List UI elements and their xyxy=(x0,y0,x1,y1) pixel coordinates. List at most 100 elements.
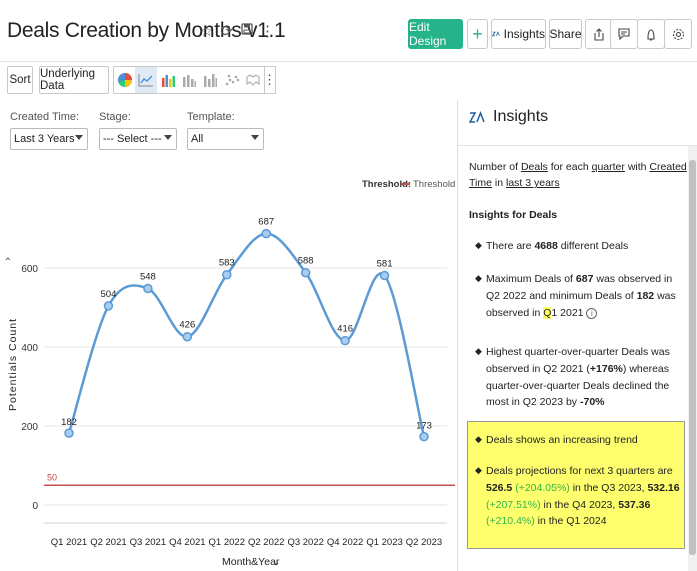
insights-button[interactable]: Insights xyxy=(491,19,546,49)
diamond-icon: ◆ xyxy=(475,465,482,475)
star-icon[interactable]: ☆ xyxy=(200,22,213,40)
scatter-chart-type[interactable] xyxy=(221,67,242,93)
info-icon[interactable]: i xyxy=(586,307,598,319)
y-tick-label: 400 xyxy=(21,343,38,354)
panel-divider xyxy=(457,100,458,571)
export-button[interactable] xyxy=(585,19,613,49)
data-label: 416 xyxy=(337,324,353,335)
summary-quarter-link[interactable]: quarter xyxy=(592,161,625,173)
title-icons: ☆ ⟳ ⋮ xyxy=(200,22,275,40)
x-tick-label: Q2 2023 xyxy=(406,537,442,548)
data-label: 687 xyxy=(258,217,274,228)
x-tick-label: Q1 2023 xyxy=(366,537,402,548)
insight-item-projection: ◆ Deals projections for next 3 quarters … xyxy=(475,465,680,528)
data-label: 583 xyxy=(219,258,235,269)
y-axis-label: Potentials Count xyxy=(7,318,19,411)
x-tick-label: Q4 2022 xyxy=(327,537,363,548)
x-tick-label: Q1 2021 xyxy=(51,537,87,548)
sort-button[interactable]: Sort xyxy=(7,66,33,94)
more-chart-options-icon[interactable]: ⋮ xyxy=(263,66,276,94)
x-tick-label: Q2 2022 xyxy=(248,537,284,548)
data-point[interactable] xyxy=(340,335,350,346)
x-tick-label: Q3 2022 xyxy=(287,537,323,548)
data-point[interactable] xyxy=(300,267,311,278)
stage-label: Stage: xyxy=(99,111,131,123)
insight-item: ◆ Maximum Deals of 687 was observed in Q… xyxy=(475,273,676,319)
diamond-icon: ◆ xyxy=(475,273,482,283)
diamond-icon: ◆ xyxy=(475,240,482,250)
data-point[interactable] xyxy=(143,283,153,294)
insights-section-title: Insights for Deals xyxy=(469,209,558,221)
pie-chart-type[interactable] xyxy=(114,67,135,93)
insight-item-trend: ◆ Deals shows an increasing trend xyxy=(475,434,638,446)
summary-text: in xyxy=(494,177,504,190)
data-point[interactable] xyxy=(64,428,74,438)
underlying-data-button[interactable]: Underlying Data xyxy=(39,66,109,94)
report-header: Deals Creation by Months v1.1 ☆ ⟳ ⋮ Edit… xyxy=(0,0,697,62)
column-chart-icon xyxy=(204,74,218,87)
summary-last3-link[interactable]: last 3 years xyxy=(506,177,560,189)
map-chart-type[interactable] xyxy=(243,67,264,93)
insights-icon xyxy=(492,31,500,37)
stage-value: --- Select --- xyxy=(103,133,162,145)
data-point[interactable] xyxy=(261,228,271,239)
insight-item: ◆ Highest quarter-over-quarter Deals was… xyxy=(475,346,670,409)
insights-summary: Number of Deals for each quarter with Cr… xyxy=(469,159,687,192)
insights-title: Insights xyxy=(493,108,549,125)
line-chart-icon xyxy=(138,74,154,87)
data-label: 173 xyxy=(416,421,432,432)
data-label: 504 xyxy=(101,289,117,300)
y-tick-label: 0 xyxy=(32,501,38,512)
chart-type-switcher xyxy=(113,66,265,94)
created-time-value: Last 3 Years xyxy=(14,133,75,145)
data-point[interactable] xyxy=(182,331,193,342)
share-button[interactable]: Share xyxy=(549,19,582,49)
stage-select[interactable]: --- Select --- xyxy=(99,128,177,150)
template-select[interactable]: All xyxy=(187,128,264,150)
data-point[interactable] xyxy=(222,269,232,280)
data-label: 426 xyxy=(179,320,195,331)
bar-chart-type[interactable] xyxy=(157,67,178,93)
comment-icon xyxy=(618,28,630,40)
data-point[interactable] xyxy=(419,431,429,442)
stacked-bar-chart-type[interactable] xyxy=(178,67,199,93)
insights-separator xyxy=(458,145,697,146)
y-tick-label: 600 xyxy=(21,264,38,275)
column-chart-type[interactable] xyxy=(200,67,221,93)
legend-threshold-item[interactable]: Threshold xyxy=(413,179,455,190)
diamond-icon: ◆ xyxy=(475,346,482,356)
scatter-chart-icon xyxy=(225,74,240,86)
x-axis-chevron-icon[interactable]: ⌄ xyxy=(272,557,280,568)
x-tick-label: Q4 2021 xyxy=(169,537,205,548)
summary-deals-link[interactable]: Deals xyxy=(521,161,548,173)
data-point[interactable] xyxy=(379,270,390,281)
summary-text: for each xyxy=(550,161,589,173)
comment-button[interactable] xyxy=(610,19,638,49)
insights-header: Insights xyxy=(469,108,548,126)
summary-text: Number of xyxy=(469,161,519,173)
threshold-value-label: 50 xyxy=(47,472,57,482)
alert-button[interactable] xyxy=(637,19,665,49)
y-axis-chevron-icon[interactable]: › xyxy=(1,257,14,261)
created-time-select[interactable]: Last 3 Years xyxy=(10,128,88,150)
edit-design-button[interactable]: Edit Design xyxy=(408,19,463,49)
line-chart-type[interactable] xyxy=(135,67,157,93)
data-point[interactable] xyxy=(103,301,114,311)
x-tick-label: Q1 2022 xyxy=(209,537,245,548)
stacked-bar-icon xyxy=(182,75,196,87)
x-tick-label: Q3 2021 xyxy=(130,537,166,548)
x-tick-label: Q2 2021 xyxy=(90,537,126,548)
globe-icon xyxy=(246,74,260,86)
save-icon[interactable] xyxy=(240,22,253,40)
created-time-label: Created Time: xyxy=(10,111,80,123)
line-chart: 0 200 400 600 Q1 2021 Q2 2021 Q3 2021 Q4 2021 Q… xyxy=(1,179,455,568)
refresh-icon[interactable]: ⟳ xyxy=(220,22,233,40)
insights-scrollbar-thumb[interactable] xyxy=(689,160,696,555)
pie-chart-icon xyxy=(117,73,132,87)
settings-button[interactable] xyxy=(664,19,692,49)
summary-text: with xyxy=(627,161,647,173)
data-label: 581 xyxy=(377,259,393,270)
template-value: All xyxy=(191,133,204,145)
more-vertical-icon[interactable]: ⋮ xyxy=(260,22,275,40)
add-button[interactable]: + xyxy=(467,19,488,49)
